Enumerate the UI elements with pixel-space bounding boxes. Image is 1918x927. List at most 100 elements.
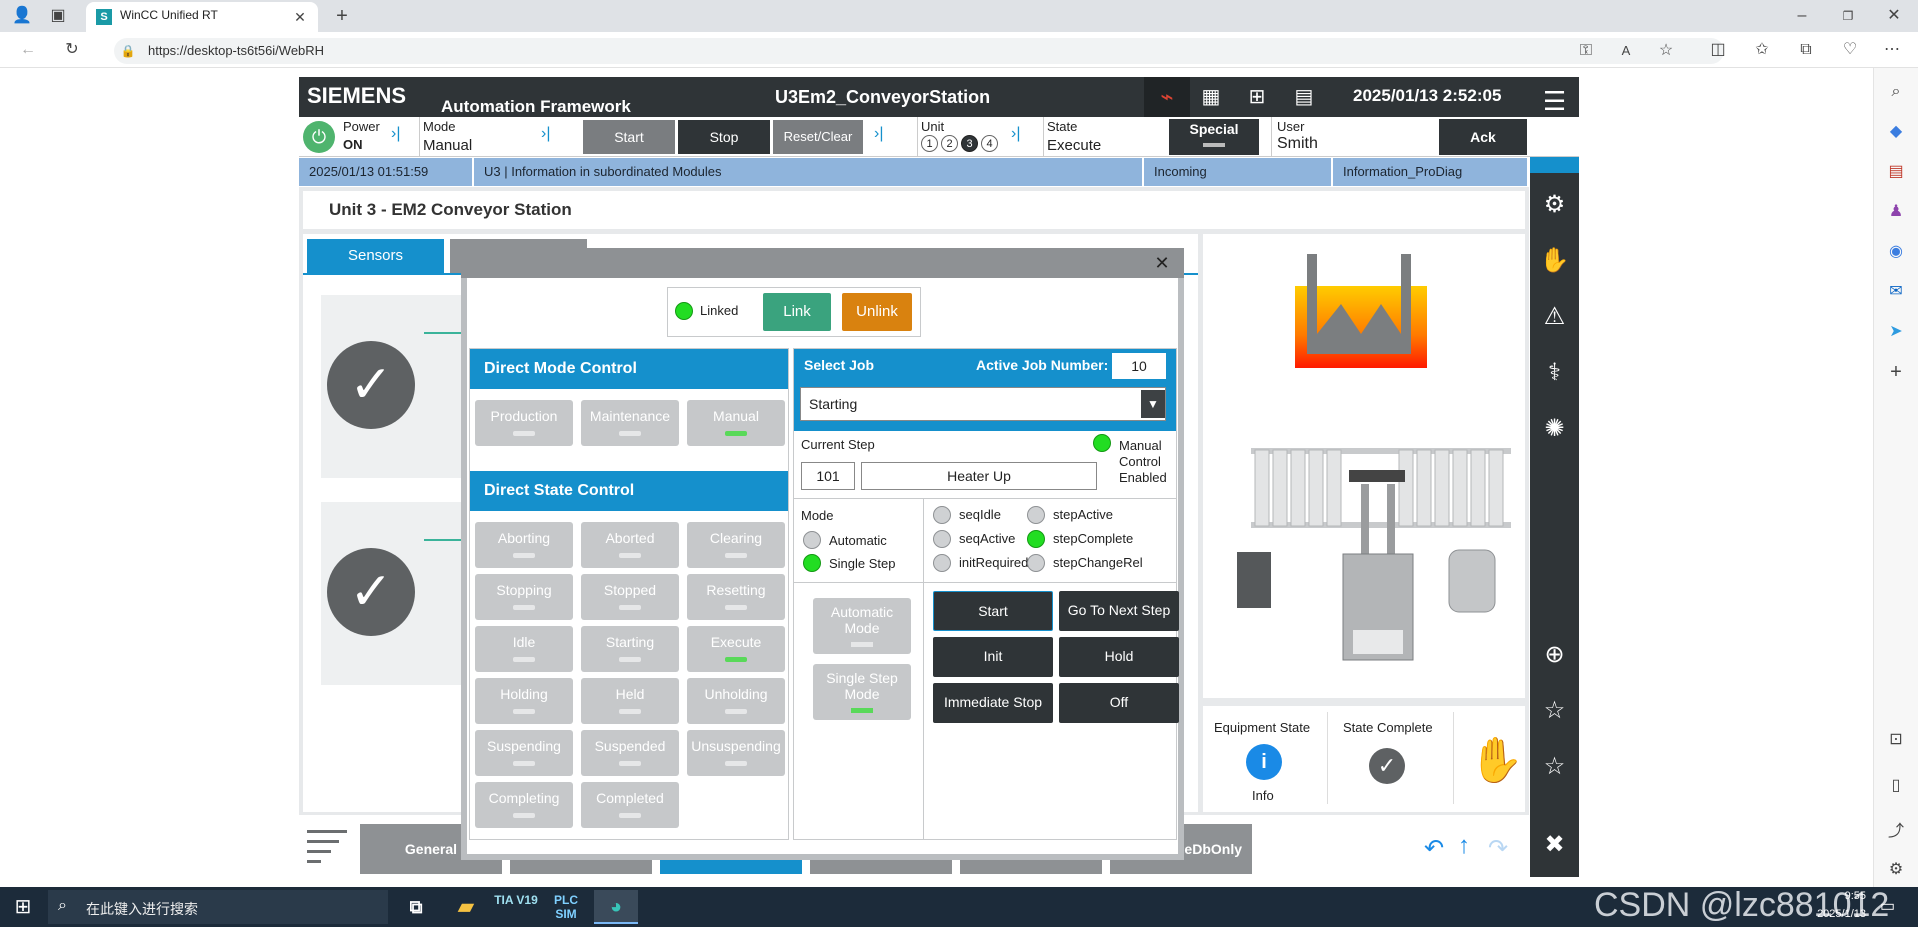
command-expand-icon[interactable]: ›| [874,125,883,143]
minimize-icon[interactable]: – [1790,4,1814,28]
up-arrow-icon[interactable]: ↑ [1458,832,1470,860]
alarm-warning-icon[interactable]: ⚠ [1530,293,1579,341]
browser-essentials-icon[interactable]: ♡ [1838,38,1862,62]
tools-icon[interactable]: ▤ [1884,160,1908,184]
sensor-tile-2[interactable]: ✓ [321,502,461,685]
settings-gear-icon[interactable]: ⚙ [1884,858,1908,882]
sd-card-icon[interactable]: ▦ [1194,77,1228,117]
state-completing-button[interactable]: Completing [475,782,573,828]
state-execute-button[interactable]: Execute [687,626,785,672]
taskbar-search[interactable]: ⌕ 在此键入进行搜索 [48,890,388,924]
restore-icon[interactable]: ❐ [1836,4,1860,28]
tab-actions-icon[interactable]: ▣ [46,4,70,28]
unit-3[interactable]: 3 [961,135,978,152]
state-suspended-button[interactable]: Suspended [581,730,679,776]
immediate-stop-button[interactable]: Immediate Stop [933,683,1053,723]
hold-button[interactable]: Hold [1059,637,1179,677]
mode-expand-icon[interactable]: ›| [541,125,550,143]
drop-icon[interactable]: ➤ [1884,320,1908,344]
plc-fault-icon[interactable]: ⌁ [1144,77,1190,117]
unit-2[interactable]: 2 [941,135,958,152]
globe-language-icon[interactable]: ⊕ [1530,631,1579,679]
settings-wrench-icon[interactable]: ⚙ [1530,181,1579,229]
single-step-mode-button[interactable]: Single Step Mode [813,664,911,720]
state-aborted-button[interactable]: Aborted [581,522,679,568]
network-icon[interactable]: ⊞ [1232,77,1282,117]
tab-sensors[interactable]: Sensors [307,239,444,273]
profile-icon[interactable]: 👤 [10,4,34,28]
power-icon[interactable]: ⏻ [303,121,335,153]
favorites-icon[interactable]: ✩ [1750,38,1774,62]
favorite-star-2-icon[interactable]: ☆ [1530,743,1579,791]
state-held-button[interactable]: Held [581,678,679,724]
url-field[interactable]: 🔒 https://desktop-ts6t56i/WebRH ⚿ A ☆ [114,38,1724,64]
go-to-next-step-button[interactable]: Go To Next Step [1059,591,1179,631]
favorite-star-icon[interactable]: ☆ [1654,39,1678,63]
new-tab-icon[interactable]: + [330,4,354,28]
automatic-mode-button[interactable]: Automatic Mode [813,598,911,654]
init-button[interactable]: Init [933,637,1053,677]
browser-tab[interactable]: S WinCC Unified RT ✕ [86,2,318,32]
list-menu-icon[interactable] [303,820,351,866]
notification-icon[interactable]: ▭ [1880,896,1895,916]
state-starting-button[interactable]: Starting [581,626,679,672]
unit-selector[interactable]: 1 2 3 4 [921,135,1001,153]
state-clearing-button[interactable]: Clearing [687,522,785,568]
state-aborting-button[interactable]: Aborting [475,522,573,568]
games-icon[interactable]: ♟ [1884,200,1908,224]
window-close-icon[interactable]: ✕ [1882,4,1906,28]
close-tab-icon[interactable]: ✕ [288,5,312,29]
dialog-close-icon[interactable]: ✕ [1150,252,1174,274]
windows-start-icon[interactable]: ⊞ [12,896,34,918]
printer-icon[interactable]: ▤ [1286,77,1322,117]
add-sidebar-icon[interactable]: + [1884,360,1908,384]
state-suspending-button[interactable]: Suspending [475,730,573,776]
start-button[interactable]: Start [583,120,675,154]
off-button[interactable]: Off [1059,683,1179,723]
ack-button[interactable]: Ack [1439,119,1527,155]
search-icon[interactable]: ⌕ [1884,80,1908,104]
refresh-icon[interactable]: ↻ [60,38,84,62]
state-resetting-button[interactable]: Resetting [687,574,785,620]
mode-maintenance-button[interactable]: Maintenance [581,400,679,446]
unit-1[interactable]: 1 [921,135,938,152]
unlink-button[interactable]: Unlink [842,293,912,331]
chevron-down-icon[interactable]: ▼ [1141,390,1165,418]
mode-manual-button[interactable]: Manual [687,400,785,446]
undo-icon[interactable]: ↶ [1424,834,1444,863]
state-unholding-button[interactable]: Unholding [687,678,785,724]
alarm-line[interactable]: 2025/01/13 01:51:59 U3 | Information in … [299,158,1529,186]
reset-clear-button[interactable]: Reset/Clear [773,120,863,154]
read-aloud-icon[interactable]: A [1614,39,1638,63]
unit-expand-icon[interactable]: ›| [1011,125,1020,143]
split-screen-icon[interactable]: ◫ [1706,38,1730,62]
sensor-tile-1[interactable]: ✓ [321,295,461,478]
external-icon[interactable]: ⤴ [1884,820,1908,844]
state-completed-button[interactable]: Completed [581,782,679,828]
manual-hand-icon[interactable]: ✋ [1530,237,1579,285]
job-dropdown[interactable]: Starting ▼ [800,387,1166,421]
favorite-star-1-icon[interactable]: ☆ [1530,687,1579,735]
diagnostics-stethoscope-icon[interactable]: ⚕ [1530,349,1579,397]
key-icon[interactable]: ⚿ [1574,39,1598,63]
power-expand-icon[interactable]: ›| [391,125,400,143]
hide-sidebar-icon[interactable]: ▯ [1884,774,1908,798]
edge-app-icon[interactable]: ◕ [594,890,638,924]
outlook-icon[interactable]: ✉ [1884,280,1908,304]
m365-icon[interactable]: ◉ [1884,240,1908,264]
state-idle-button[interactable]: Idle [475,626,573,672]
task-view-icon[interactable]: ⧉ [394,890,438,924]
redo-icon[interactable]: ↷ [1488,834,1508,863]
stop-button[interactable]: Stop [678,120,770,154]
more-menu-icon[interactable]: ⋯ [1880,38,1904,62]
back-icon[interactable]: ← [16,38,40,62]
state-stopped-button[interactable]: Stopped [581,574,679,620]
state-stopping-button[interactable]: Stopping [475,574,573,620]
file-explorer-icon[interactable]: ▰ [444,890,488,924]
tools-cross-icon[interactable]: ✖ [1530,821,1579,869]
shopping-icon[interactable]: ◆ [1884,120,1908,144]
unit-4[interactable]: 4 [981,135,998,152]
mode-production-button[interactable]: Production [475,400,573,446]
link-button[interactable]: Link [763,293,831,331]
tia-portal-app[interactable]: TIA V19 [494,890,538,924]
